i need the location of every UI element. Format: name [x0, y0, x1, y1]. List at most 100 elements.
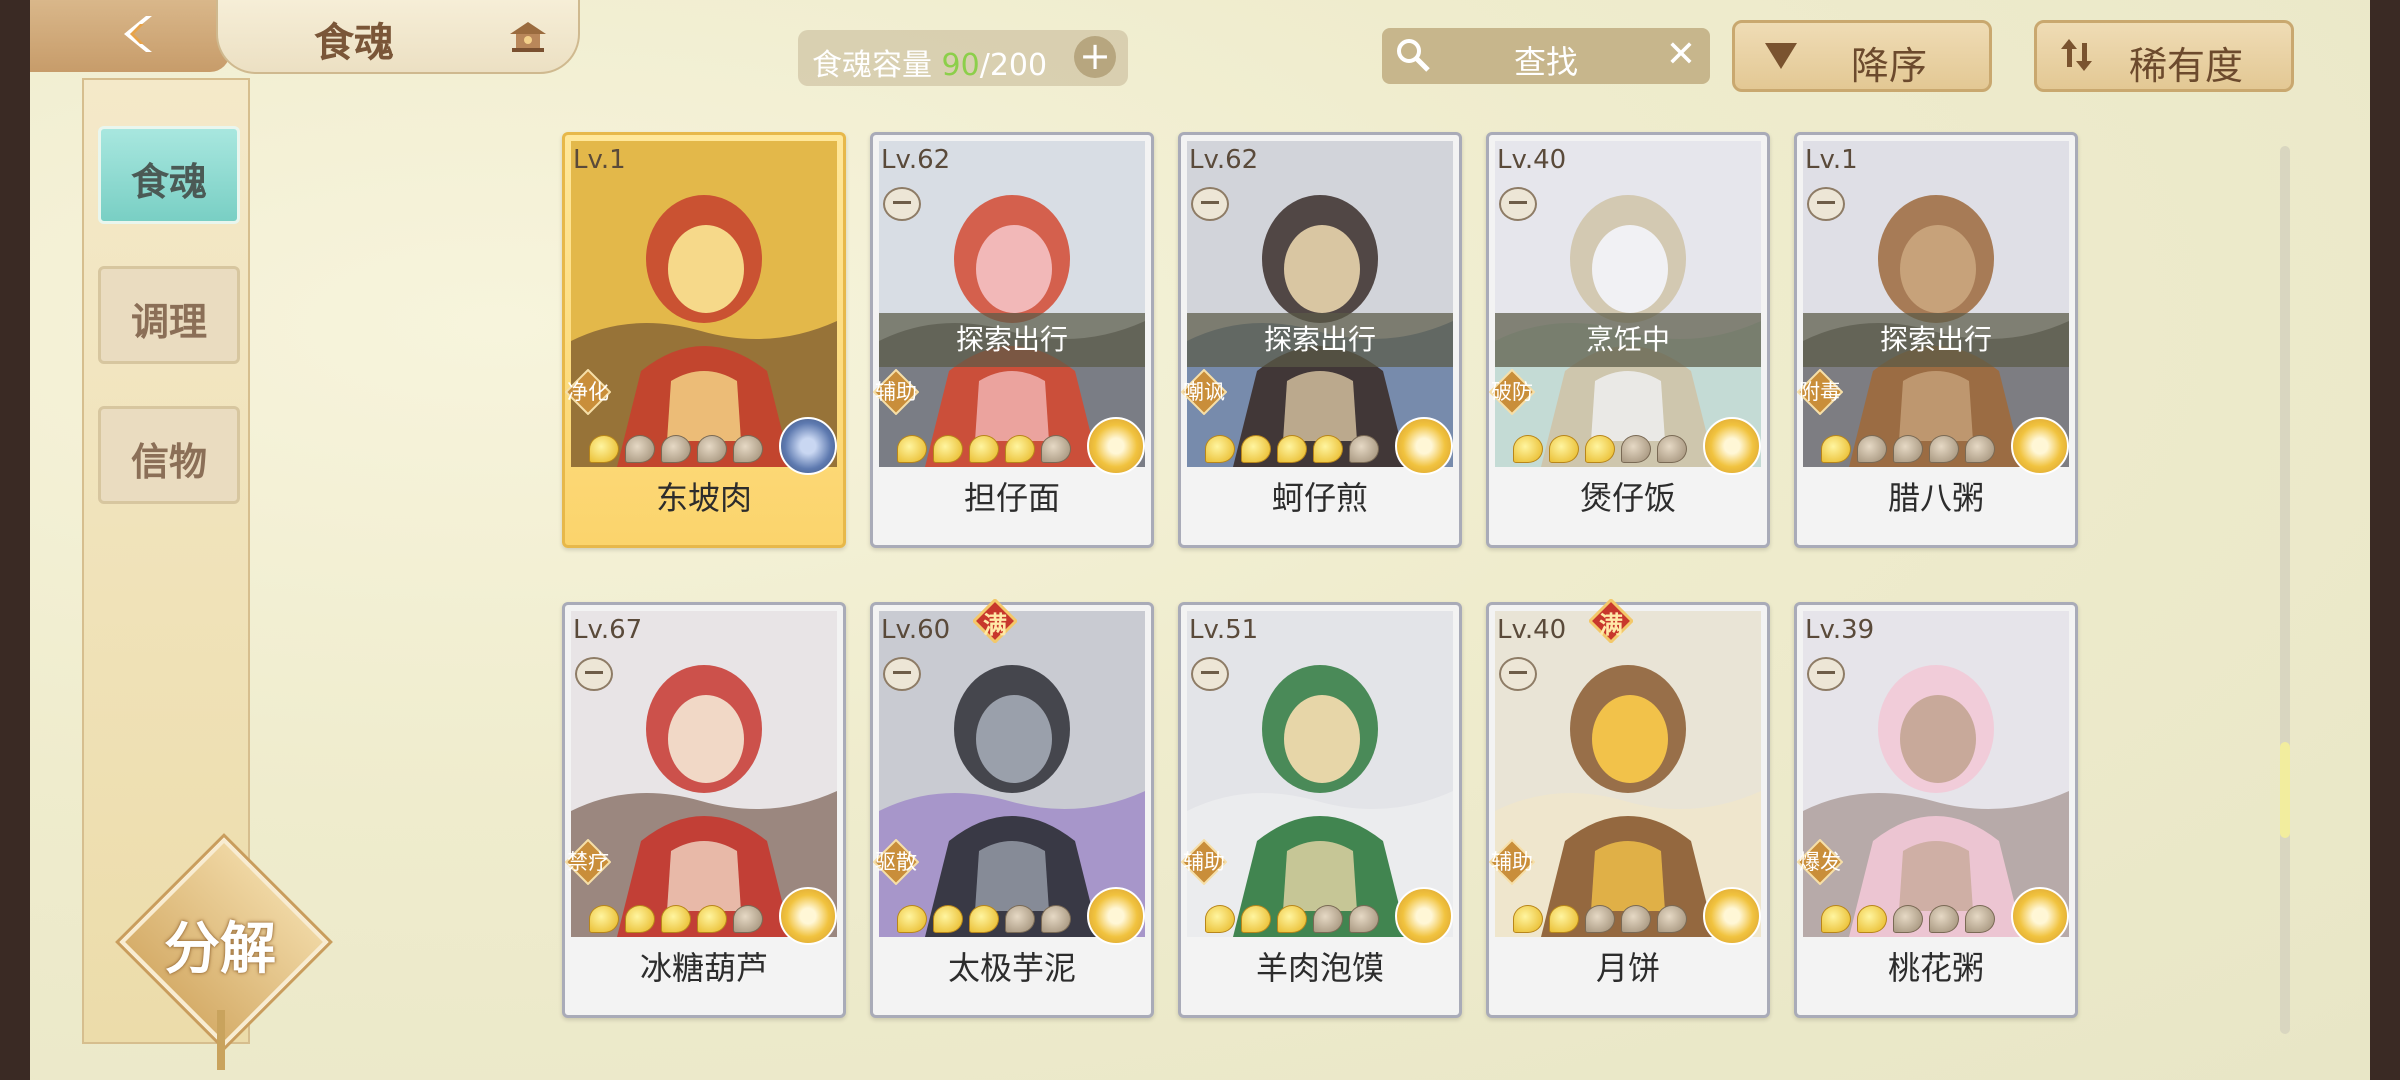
- star-filled-icon: [1857, 905, 1887, 933]
- food-soul-card[interactable]: Lv.51 辅助 羊肉泡馍: [1178, 602, 1462, 1018]
- gold-flower-medal-icon: [2011, 417, 2069, 475]
- tab-label: 信物: [130, 439, 207, 484]
- star-empty-icon: [1965, 905, 1995, 933]
- food-soul-card[interactable]: Lv.60 满驱散 太极芋泥: [870, 599, 1154, 1018]
- expand-capacity-button[interactable]: +: [1074, 36, 1116, 78]
- star-empty-icon: [1929, 905, 1959, 933]
- sort-by-button[interactable]: 稀有度: [2034, 20, 2294, 92]
- food-soul-card[interactable]: Lv.39 爆发 桃花粥: [1794, 602, 2078, 1018]
- food-soul-card[interactable]: Lv.40 满辅助 月饼: [1486, 599, 1770, 1018]
- tab-tokens[interactable]: 信物: [98, 406, 240, 504]
- role-label: 净化: [567, 380, 609, 404]
- decompose-label[interactable]: 分解: [140, 904, 300, 985]
- star-filled-icon: [1821, 435, 1851, 463]
- tab-conditioning[interactable]: 调理: [98, 266, 240, 364]
- back-arrow-icon: [124, 16, 152, 52]
- food-soul-card[interactable]: Lv.62 探索出行 辅助 担仔面: [870, 132, 1154, 548]
- star-empty-icon: [1657, 435, 1687, 463]
- scrollbar-thumb[interactable]: [2280, 742, 2290, 838]
- star-filled-icon: [969, 435, 999, 463]
- role-badge: 爆发: [1797, 839, 1843, 885]
- gold-flower-medal-icon: [1395, 887, 1453, 945]
- role-badge: 嘲讽: [1181, 369, 1227, 415]
- search-box[interactable]: 查找 ✕: [1382, 28, 1710, 84]
- sort-order-button[interactable]: 降序: [1732, 20, 1992, 92]
- tassel-ornament: [217, 1010, 225, 1070]
- food-soul-name: 桃花粥: [1887, 949, 1984, 987]
- star-filled-icon: [1205, 905, 1235, 933]
- clear-search-icon[interactable]: ✕: [1666, 34, 1696, 75]
- food-soul-card[interactable]: Lv.1 探索出行 附毒 腊八粥: [1794, 132, 2078, 548]
- level-label: Lv.60: [881, 615, 951, 645]
- level-label: Lv.1: [573, 145, 626, 175]
- down-triangle-icon: [1765, 43, 1797, 69]
- status-bowl-icon: [883, 657, 921, 691]
- food-soul-card[interactable]: Lv.40 烹饪中 破防 煲仔饭: [1486, 132, 1770, 548]
- star-filled-icon: [697, 905, 727, 933]
- gold-flower-medal-icon: [1703, 417, 1761, 475]
- star-filled-icon: [897, 435, 927, 463]
- star-empty-icon: [733, 435, 763, 463]
- pavilion-icon[interactable]: [506, 18, 550, 54]
- role-label: 爆发: [1799, 850, 1841, 874]
- tab-food-souls[interactable]: 食魂: [98, 126, 240, 224]
- star-empty-icon: [1621, 905, 1651, 933]
- search-label: 查找: [1513, 43, 1578, 81]
- role-badge: 禁疗: [565, 839, 611, 885]
- capacity-max: 200: [989, 48, 1048, 83]
- status-banner: 探索出行: [1187, 313, 1453, 367]
- status-bowl-icon: [1807, 187, 1845, 221]
- star-empty-icon: [1893, 905, 1923, 933]
- back-button[interactable]: [30, 0, 230, 72]
- star-empty-icon: [1929, 435, 1959, 463]
- star-empty-icon: [1657, 905, 1687, 933]
- status-bowl-icon: [1191, 187, 1229, 221]
- capacity-label: 食魂容量: [812, 48, 932, 83]
- food-soul-card[interactable]: Lv.67 禁疗冰糖葫芦: [562, 602, 846, 1018]
- food-soul-name: 冰糖葫芦: [639, 949, 768, 987]
- star-filled-icon: [1277, 905, 1307, 933]
- max-badge-label: 满: [1599, 611, 1623, 639]
- food-soul-name: 煲仔饭: [1579, 479, 1676, 517]
- star-rating: [897, 435, 1077, 463]
- status-bowl-icon: [1499, 657, 1537, 691]
- food-soul-name: 羊肉泡馍: [1255, 949, 1384, 987]
- star-filled-icon: [589, 435, 619, 463]
- star-filled-icon: [1241, 435, 1271, 463]
- star-empty-icon: [1041, 435, 1071, 463]
- tab-label: 调理: [130, 299, 207, 344]
- status-banner: 探索出行: [879, 313, 1145, 367]
- gold-flower-medal-icon: [1703, 887, 1761, 945]
- star-rating: [1821, 905, 2001, 933]
- star-filled-icon: [1241, 905, 1271, 933]
- star-rating: [1513, 435, 1693, 463]
- food-soul-card[interactable]: Lv.62 探索出行 嘲讽 蚵仔煎: [1178, 132, 1462, 548]
- swap-arrows-icon: [2061, 39, 2092, 71]
- star-rating: [1821, 435, 2001, 463]
- level-label: Lv.40: [1497, 615, 1567, 645]
- status-bowl-icon: [883, 187, 921, 221]
- star-rating: [1205, 905, 1385, 933]
- role-label: 嘲讽: [1183, 380, 1225, 404]
- gold-flower-medal-icon: [1087, 417, 1145, 475]
- status-banner: 烹饪中: [1495, 313, 1761, 367]
- role-label: 破防: [1491, 380, 1533, 404]
- level-label: Lv.67: [573, 615, 643, 645]
- role-badge: 辅助: [1489, 839, 1535, 885]
- page-title-tab: 食魂: [216, 0, 580, 74]
- scrollbar-track[interactable]: [2280, 146, 2290, 1034]
- food-soul-card[interactable]: Lv.1 净化 东坡肉: [562, 132, 846, 548]
- star-empty-icon: [661, 435, 691, 463]
- level-label: Lv.51: [1189, 615, 1259, 645]
- food-soul-name: 太极芋泥: [947, 949, 1076, 987]
- max-badge: 满: [973, 599, 1017, 643]
- star-filled-icon: [1205, 435, 1235, 463]
- star-empty-icon: [1965, 435, 1995, 463]
- star-filled-icon: [933, 905, 963, 933]
- max-badge-label: 满: [983, 611, 1007, 639]
- status-bowl-icon: [1191, 657, 1229, 691]
- star-empty-icon: [1313, 905, 1343, 933]
- role-label: 辅助: [1491, 850, 1533, 874]
- star-filled-icon: [1513, 905, 1543, 933]
- star-filled-icon: [1549, 435, 1579, 463]
